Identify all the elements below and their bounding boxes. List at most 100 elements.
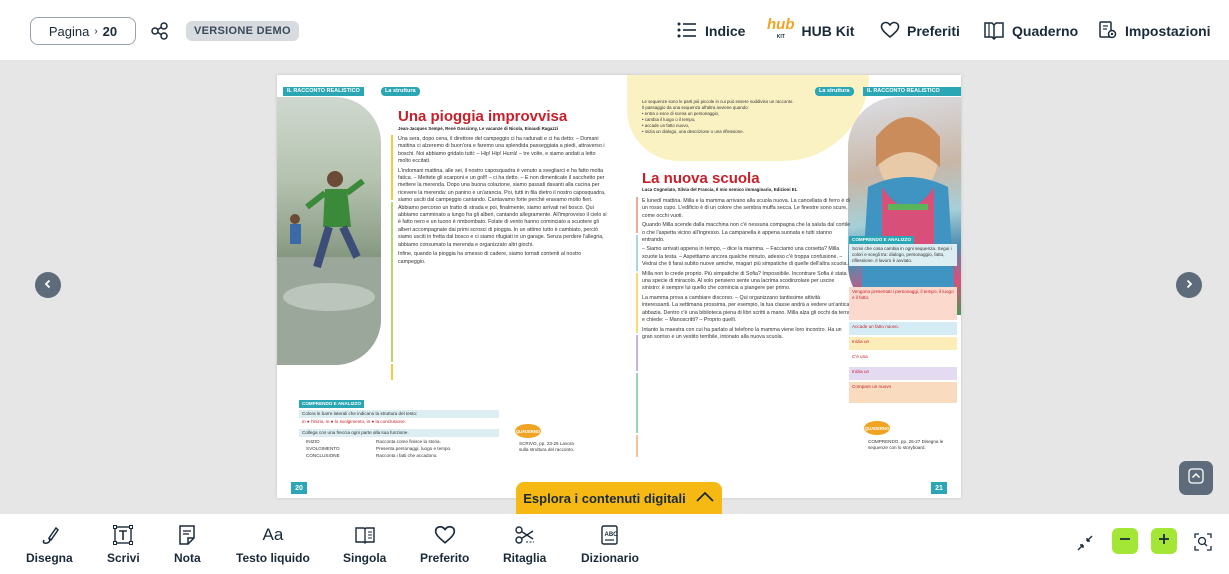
explore-digital-content-button[interactable]: Esplora i contenuti digitali bbox=[516, 482, 722, 514]
chevron-right-icon bbox=[1184, 276, 1194, 294]
text-box-icon bbox=[112, 524, 134, 546]
sequence-box-6[interactable]: Compare un nuovo bbox=[849, 382, 957, 403]
sequence-box-2[interactable]: Accade un fatto nuovo. bbox=[849, 322, 957, 335]
zoom-in-button[interactable] bbox=[1151, 528, 1177, 554]
single-page-icon bbox=[354, 524, 376, 546]
exercise-1b: in ● l'inizio, in ● lo svolgimento, in ●… bbox=[302, 419, 406, 424]
nav-label: Impostazioni bbox=[1125, 23, 1211, 39]
bottom-toolbar: Disegna Scrivi Nota Aa Testo liquido Sin… bbox=[0, 514, 1229, 574]
paragraph: – Siamo arrivati appena in tempo, – dice… bbox=[642, 246, 848, 268]
tool-ritaglia[interactable]: Ritaglia bbox=[503, 524, 546, 565]
reader-app: Pagina › 20 VERSIONE DEMO Indice hub KIT … bbox=[0, 0, 1229, 574]
exercise-2: Collega con una freccia ogni parte alla … bbox=[299, 429, 499, 437]
topic-tag: La struttura bbox=[381, 87, 420, 96]
minus-icon bbox=[1118, 532, 1132, 551]
exercise-1: Colora le barre laterali che indicano la… bbox=[299, 410, 499, 418]
sequence-bar-2 bbox=[636, 235, 638, 271]
quaderno-badge: QUADERNO bbox=[515, 424, 541, 438]
nav-indice[interactable]: Indice bbox=[676, 18, 745, 44]
tool-label: Ritaglia bbox=[503, 551, 547, 565]
story-byline: Jean-Jacques Sempé, René Goscinny, Le va… bbox=[398, 126, 558, 131]
nav-preferiti[interactable]: Preferiti bbox=[880, 18, 960, 44]
sequence-bar-4 bbox=[636, 335, 638, 371]
tool-label: Dizionario bbox=[581, 551, 640, 565]
page-label: Pagina bbox=[48, 23, 90, 39]
book-workspace: IL RACCONTO REALISTICO La struttura Una … bbox=[0, 60, 1229, 514]
tool-dizionario[interactable]: ABC Dizionario bbox=[581, 524, 639, 565]
section-tag: IL RACCONTO REALISTICO bbox=[283, 87, 364, 96]
sequence-bar-1 bbox=[636, 197, 638, 233]
left-page[interactable]: IL RACCONTO REALISTICO La struttura Una … bbox=[277, 75, 619, 498]
page-number: 20 bbox=[102, 23, 118, 39]
tool-label: Preferito bbox=[420, 551, 470, 565]
paragraph: Una sera, dopo cena, il direttore del ca… bbox=[398, 136, 605, 165]
section-tag: IL RACCONTO REALISTICO bbox=[863, 87, 961, 96]
exercise-box: COMPRENDO E ANALIZZO Scrivi che cosa cam… bbox=[849, 236, 957, 266]
tool-testo-liquido[interactable]: Aa Testo liquido bbox=[236, 524, 310, 565]
plus-icon bbox=[1157, 532, 1171, 551]
nav-quaderno[interactable]: Quaderno bbox=[983, 18, 1078, 44]
tool-label: Scrivi bbox=[107, 551, 140, 565]
paragraph: Milla non lo crede proprio. Più simpatic… bbox=[642, 270, 847, 292]
paragraph: L'indomani mattina, alle sei, il nostro … bbox=[398, 167, 607, 248]
structure-bar-start bbox=[391, 135, 393, 200]
match-function: Presenta personaggi, luogo e tempo. bbox=[376, 446, 452, 451]
quaderno-text[interactable]: COMPRENDO, pp. 26-27 Disegna le sequenze… bbox=[868, 439, 948, 451]
tool-preferito[interactable]: Preferito bbox=[420, 524, 469, 565]
quaderno-badge: QUADERNO bbox=[864, 421, 890, 435]
tool-label: Testo liquido bbox=[236, 551, 310, 565]
tool-singola[interactable]: Singola bbox=[343, 524, 386, 565]
right-page[interactable]: La struttura IL RACCONTO REALISTICO Le s… bbox=[619, 75, 961, 498]
page-number-right: 21 bbox=[931, 482, 947, 494]
paragraph: Infine, quando la pioggia ha smesso di c… bbox=[398, 251, 582, 265]
dictionary-icon: ABC bbox=[599, 524, 621, 546]
paragraph: È lunedì mattina. Milla e la mamma arriv… bbox=[642, 198, 850, 219]
tool-label: Nota bbox=[174, 551, 201, 565]
chevron-up-icon bbox=[695, 491, 715, 506]
match-part: CONCLUSIONE bbox=[306, 453, 340, 458]
paragraph: Intanto la maestra con cui ha parlato al… bbox=[642, 326, 842, 340]
sequence-box-1[interactable]: Vengono presentati i personaggi, il temp… bbox=[849, 287, 957, 320]
story-byline: Luca Cognolato, Silvia del Francia, Il m… bbox=[642, 187, 798, 192]
match-table: INIZIO Racconta come finisce la storia. S… bbox=[299, 437, 499, 461]
paragraph: Quando Milla scende dalla macchina non c… bbox=[642, 222, 850, 244]
chevron-left-icon bbox=[43, 276, 53, 294]
nav-impostazioni[interactable]: Impostazioni bbox=[1098, 18, 1211, 44]
quaderno-text[interactable]: SCRIVO, pp. 23-25 Lavora sulla struttura… bbox=[519, 441, 581, 453]
share-icon[interactable] bbox=[150, 21, 170, 41]
settings-icon bbox=[1098, 20, 1118, 43]
nav-label: HUB Kit bbox=[801, 23, 855, 39]
girl-with-scarf-photo bbox=[848, 97, 961, 315]
tool-nota[interactable]: Nota bbox=[174, 524, 201, 565]
zoom-out-button[interactable] bbox=[1112, 528, 1138, 554]
font-size-icon: Aa bbox=[262, 525, 284, 544]
scissors-icon bbox=[514, 524, 536, 546]
note-icon bbox=[176, 524, 198, 546]
sequence-box-3[interactable]: Inizia un bbox=[849, 337, 957, 350]
tool-scrivi[interactable]: Scrivi bbox=[107, 524, 140, 565]
sequence-box-4[interactable]: C'è una bbox=[849, 352, 957, 365]
scroll-top-button[interactable] bbox=[1179, 461, 1213, 495]
pen-icon bbox=[38, 524, 60, 546]
explore-label: Esplora i contenuti digitali bbox=[523, 490, 686, 506]
exercise-heading: COMPRENDO E ANALIZZO bbox=[849, 236, 915, 244]
match-part: INIZIO bbox=[306, 439, 320, 444]
tool-disegna[interactable]: Disegna bbox=[26, 524, 73, 565]
zoom-search-icon[interactable] bbox=[1193, 532, 1213, 557]
top-bar: Pagina › 20 VERSIONE DEMO Indice hub KIT … bbox=[0, 0, 1229, 60]
nav-hub-kit[interactable]: hub KIT HUB Kit bbox=[767, 16, 855, 44]
boy-running-in-rain-photo bbox=[277, 97, 381, 365]
previous-page-button[interactable] bbox=[35, 272, 61, 298]
nav-label: Preferiti bbox=[907, 23, 960, 39]
structure-bar-end bbox=[391, 364, 393, 380]
hub-kit-logo-icon: hub KIT bbox=[767, 16, 795, 40]
page-selector[interactable]: Pagina › 20 bbox=[30, 17, 136, 45]
sequence-box-5[interactable]: Inizia un bbox=[849, 367, 957, 380]
chevron-right-icon: › bbox=[94, 25, 98, 37]
topic-tag: La struttura bbox=[815, 87, 854, 96]
book-spread: IL RACCONTO REALISTICO La struttura Una … bbox=[277, 75, 961, 498]
next-page-button[interactable] bbox=[1176, 272, 1202, 298]
sequence-boxes: Vengono presentati i personaggi, il temp… bbox=[849, 287, 957, 403]
page-number-left: 20 bbox=[291, 482, 307, 494]
collapse-icon[interactable] bbox=[1076, 534, 1094, 557]
